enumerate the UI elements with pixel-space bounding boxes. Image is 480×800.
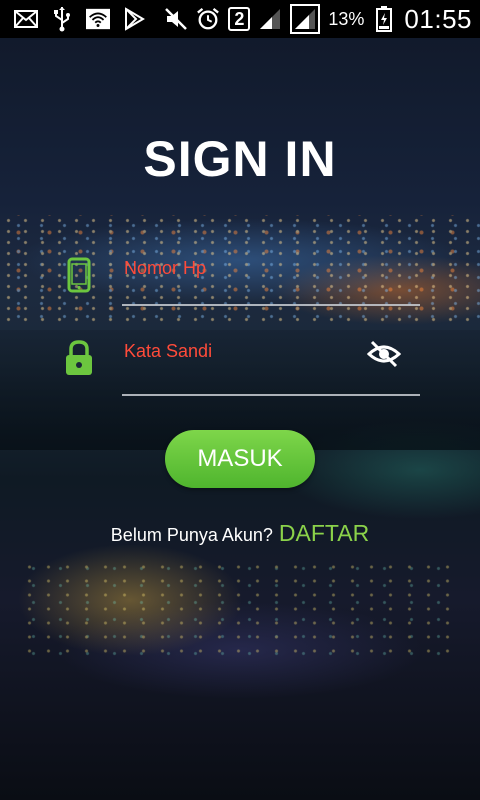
signup-prompt: Belum Punya Akun?	[110, 525, 273, 545]
password-field	[62, 338, 420, 398]
signal-2-icon	[290, 4, 321, 34]
daftar-link[interactable]: DAFTAR	[279, 520, 369, 547]
page-title: SIGN IN	[143, 131, 337, 187]
status-bar: 2 13% 01:55	[0, 0, 480, 38]
lock-icon	[62, 338, 96, 378]
mute-icon	[164, 7, 188, 31]
sim-badge: 2	[228, 7, 251, 31]
usb-icon	[50, 7, 74, 32]
phone-input[interactable]	[122, 257, 366, 280]
email-icon	[14, 7, 38, 31]
password-underline	[122, 394, 420, 396]
clock: 01:55	[404, 3, 472, 34]
phone-icon	[62, 255, 96, 295]
password-input[interactable]	[122, 340, 366, 363]
alarm-icon	[196, 7, 220, 31]
festival-lights-decoration	[20, 560, 460, 660]
signal-icon	[258, 7, 282, 31]
signup-row: Belum Punya Akun? DAFTAR	[0, 520, 480, 547]
phone-underline	[122, 304, 420, 306]
battery-percent: 13%	[328, 8, 365, 29]
eye-off-icon[interactable]	[366, 338, 402, 370]
wifi-hotspot-icon	[86, 7, 110, 31]
battery-icon	[372, 6, 396, 32]
play-store-icon	[122, 7, 146, 31]
phone-field	[62, 255, 420, 315]
masuk-button[interactable]: MASUK	[165, 430, 315, 488]
